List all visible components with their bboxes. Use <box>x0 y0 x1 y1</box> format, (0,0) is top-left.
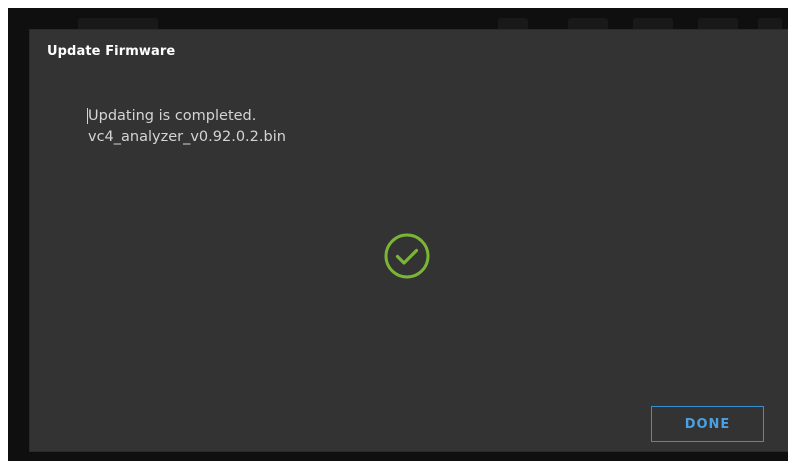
status-message-line: Updating is completed. <box>88 108 257 124</box>
done-button[interactable]: DONE <box>651 406 764 442</box>
firmware-filename: vc4_analyzer_v0.92.0.2.bin <box>88 129 286 145</box>
check-circle-icon <box>384 233 430 279</box>
update-firmware-dialog: Update Firmware Updating is completed. v… <box>30 30 788 451</box>
device-screen: Update Firmware Updating is completed. v… <box>8 8 788 461</box>
dialog-title: Update Firmware <box>47 44 176 59</box>
status-message: Updating is completed. vc4_analyzer_v0.9… <box>88 106 286 148</box>
